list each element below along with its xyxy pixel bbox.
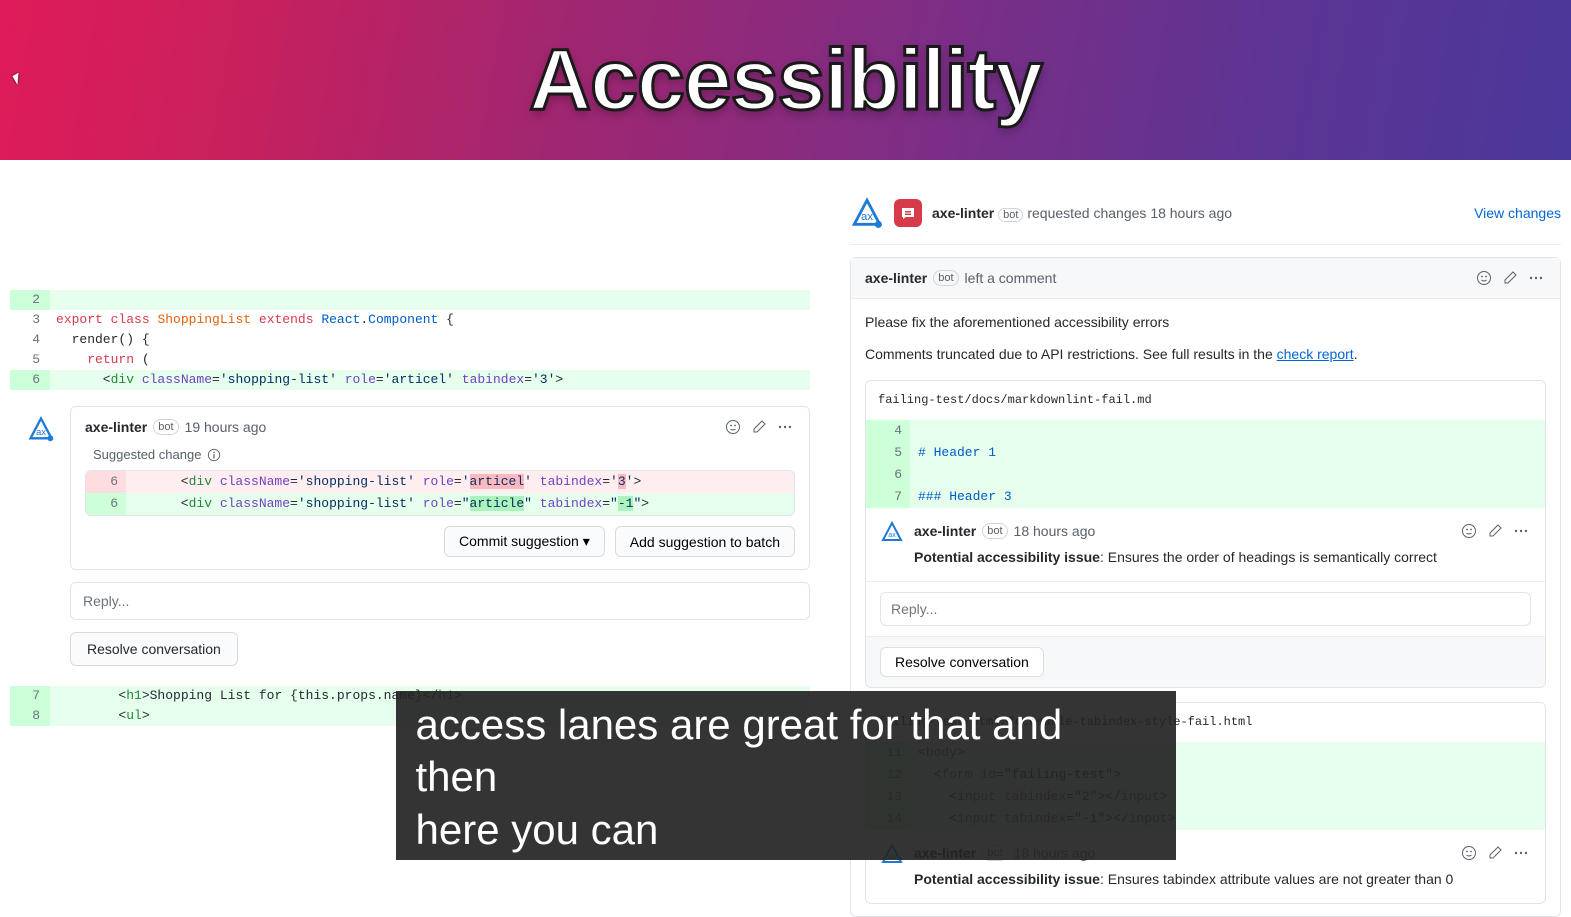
svg-text:ax: ax xyxy=(36,427,46,437)
thread-time: 18 hours ago xyxy=(1014,520,1096,542)
thread-reply-input[interactable] xyxy=(880,592,1531,626)
kebab-icon[interactable] xyxy=(1511,843,1531,863)
axe-avatar-icon: ax xyxy=(27,415,55,443)
kebab-icon[interactable] xyxy=(1526,268,1546,288)
view-changes-link[interactable]: View changes xyxy=(1474,205,1561,221)
cursor-icon xyxy=(12,69,29,85)
diff-added-line: <div className='shopping-list' role="art… xyxy=(126,493,794,515)
resolve-conversation-button[interactable]: Resolve conversation xyxy=(880,647,1044,677)
review-card: ax axe-linter bot 19 hours ago Suggested… xyxy=(70,406,810,570)
comment-header: axe-linter bot left a comment xyxy=(851,258,1560,299)
author-name: axe-linter xyxy=(914,520,976,542)
hero-title: Accessibility xyxy=(529,31,1042,130)
review-status-text: axe-linter bot requested changes 18 hour… xyxy=(932,205,1464,222)
emoji-icon[interactable] xyxy=(1459,521,1479,541)
author-name: axe-linter xyxy=(865,270,927,286)
check-report-link[interactable]: check report xyxy=(1277,346,1354,362)
add-to-batch-button[interactable]: Add suggestion to batch xyxy=(615,526,795,557)
kebab-icon[interactable] xyxy=(1511,521,1531,541)
author-name: axe-linter xyxy=(85,419,147,435)
changes-requested-header: ax axe-linter bot requested changes 18 h… xyxy=(850,196,1561,245)
reply-input[interactable]: Reply... xyxy=(70,582,810,620)
diff-ln: 6 xyxy=(86,471,126,493)
kebab-icon[interactable] xyxy=(775,417,795,437)
diff-hunk: 4 5# Header 16 7### Header 3 xyxy=(866,420,1545,508)
info-icon xyxy=(207,448,221,462)
issue-text: Potential accessibility issue: Ensures t… xyxy=(914,546,1531,568)
hero-banner: Accessibility xyxy=(0,0,1571,160)
code-block-top: 23export class ShoppingList extends Reac… xyxy=(10,290,810,390)
svg-text:ax: ax xyxy=(888,532,896,539)
file-path: failing-test/docs/markdownlint-fail.md xyxy=(866,381,1545,420)
comment-action: left a comment xyxy=(965,270,1057,286)
subtitle-caption: access lanes are great for that and then… xyxy=(396,691,1176,861)
thread-actions: Resolve conversation xyxy=(866,636,1545,687)
changes-requested-icon xyxy=(894,199,922,227)
suggested-change-label: Suggested change xyxy=(71,447,809,470)
axe-avatar-icon: ax xyxy=(880,520,904,544)
resolve-conversation-button[interactable]: Resolve conversation xyxy=(70,632,238,666)
pencil-icon[interactable] xyxy=(1500,268,1520,288)
suggestion-diff: 6 <div className='shopping-list' role='a… xyxy=(85,470,795,516)
commit-suggestion-button[interactable]: Commit suggestion ▾ xyxy=(444,526,605,557)
diff-ln: 6 xyxy=(86,493,126,515)
emoji-icon[interactable] xyxy=(1459,843,1479,863)
pencil-icon[interactable] xyxy=(749,417,769,437)
suggestion-actions: Commit suggestion ▾ Add suggestion to ba… xyxy=(71,526,809,569)
bot-badge: bot xyxy=(982,523,1007,539)
emoji-icon[interactable] xyxy=(723,417,743,437)
pencil-icon[interactable] xyxy=(1485,521,1505,541)
review-header: axe-linter bot 19 hours ago xyxy=(71,407,809,447)
bot-badge: bot xyxy=(153,419,178,435)
thread-comment: ax axe-linter bot 18 hours ago xyxy=(866,508,1545,581)
diff-deleted-line: <div className='shopping-list' role='art… xyxy=(126,471,794,493)
issue-text: Potential accessibility issue: Ensures t… xyxy=(914,868,1531,890)
axe-avatar-icon: ax xyxy=(850,196,884,230)
file-thread-markdown: failing-test/docs/markdownlint-fail.md 4… xyxy=(865,380,1546,688)
svg-text:ax: ax xyxy=(861,211,873,223)
pencil-icon[interactable] xyxy=(1485,843,1505,863)
emoji-icon[interactable] xyxy=(1474,268,1494,288)
bot-badge: bot xyxy=(933,270,958,286)
thread-reply-row xyxy=(866,581,1545,636)
review-time: 19 hours ago xyxy=(185,419,267,435)
